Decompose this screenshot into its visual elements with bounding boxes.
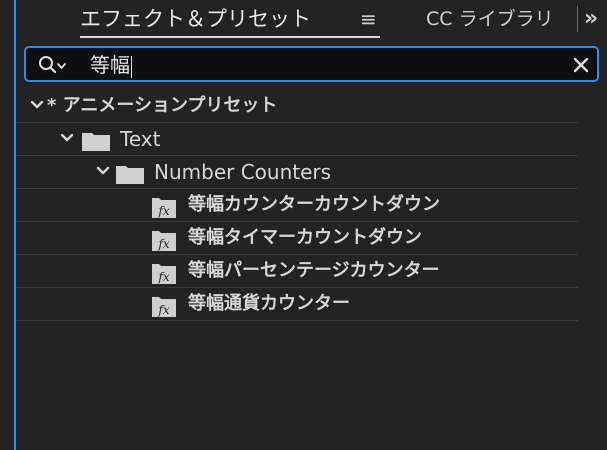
tree-row-number-counters-folder[interactable]: Number Counters xyxy=(16,156,578,189)
preset-label: 等幅タイマーカウントダウン xyxy=(188,227,422,248)
preset-label: 等幅カウンターカウントダウン xyxy=(188,194,440,215)
active-tab-underline xyxy=(80,36,380,38)
tab-divider xyxy=(577,6,578,32)
tree-row-animation-presets[interactable]: * アニメーションプリセット xyxy=(16,90,578,123)
preset-label: 等幅パーセンテージカウンター xyxy=(188,260,440,281)
chevron-down-icon[interactable] xyxy=(30,100,44,110)
presets-tree: * アニメーションプリセット Text Number Counters fx 等… xyxy=(16,90,578,321)
text-caret xyxy=(131,55,132,78)
tree-row-preset-item[interactable]: fx 等幅カウンターカウントダウン xyxy=(16,189,578,222)
search-field[interactable]: 等幅 xyxy=(24,46,599,82)
svg-text:fx: fx xyxy=(157,303,169,317)
tree-row-preset-item[interactable]: fx 等幅パーセンテージカウンター xyxy=(16,255,578,288)
search-input[interactable]: 等幅 xyxy=(90,52,132,78)
tree-label-text: Text xyxy=(120,127,161,151)
panel-menu-icon[interactable]: ≡ xyxy=(360,4,377,34)
fx-icon: fx xyxy=(152,198,176,218)
svg-text:fx: fx xyxy=(157,237,169,251)
tab-effects-presets[interactable]: エフェクト＆プリセット xyxy=(80,4,311,34)
svg-text:fx: fx xyxy=(157,270,169,284)
fx-icon: fx xyxy=(152,297,176,317)
tree-label-number-counters: Number Counters xyxy=(154,160,332,184)
panel-tab-bar: エフェクト＆プリセット ≡ CC ライブラリ » xyxy=(16,0,607,40)
fx-icon: fx xyxy=(152,231,176,251)
folder-icon xyxy=(116,166,144,184)
folder-icon xyxy=(82,133,110,151)
chevron-down-icon[interactable] xyxy=(60,133,74,143)
tab-overflow-icon[interactable]: » xyxy=(584,4,598,34)
tab-cc-libraries[interactable]: CC ライブラリ xyxy=(426,4,576,34)
fx-icon: fx xyxy=(152,264,176,284)
chevron-down-icon[interactable] xyxy=(96,166,110,176)
tree-row-preset-item[interactable]: fx 等幅タイマーカウントダウン xyxy=(16,222,578,255)
close-icon[interactable] xyxy=(572,56,590,74)
preset-label: 等幅通貨カウンター xyxy=(188,293,350,314)
tree-label-animation-presets: * アニメーションプリセット xyxy=(47,95,278,116)
svg-text:fx: fx xyxy=(157,204,169,218)
search-icon[interactable] xyxy=(38,55,68,75)
tree-row-text-folder[interactable]: Text xyxy=(16,123,578,156)
tree-row-preset-item[interactable]: fx 等幅通貨カウンター xyxy=(16,288,578,321)
search-input-value: 等幅 xyxy=(90,53,130,77)
